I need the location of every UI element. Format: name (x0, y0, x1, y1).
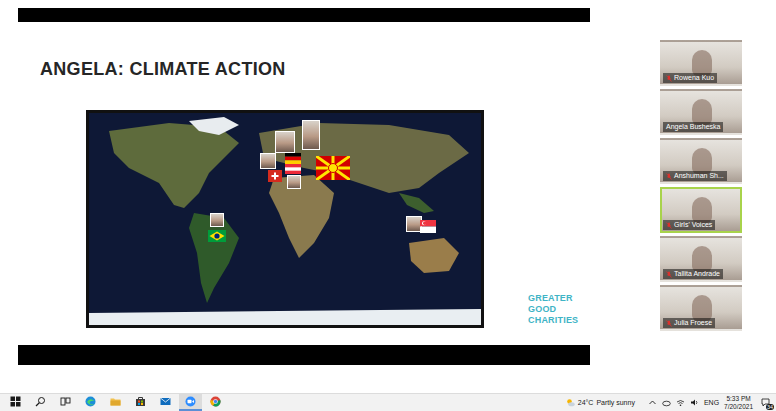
logo-line: CHARITIES (528, 315, 578, 326)
participant-photo (260, 153, 276, 169)
meeting-window: ANGELA: CLIMATE ACTION GREATERGOODCHARITI… (0, 0, 776, 393)
notification-center[interactable]: 34 (758, 397, 772, 409)
taskbar-button[interactable] (104, 394, 127, 411)
wifi-icon[interactable] (676, 398, 685, 407)
participant-tile[interactable]: Anshuman Sh... (660, 138, 742, 184)
slide-title: ANGELA: CLIMATE ACTION (40, 58, 590, 80)
participant-list: Rowena Kuo Angela Busheska Anshuman Sh... G… (660, 8, 742, 393)
windows-icon (10, 396, 21, 407)
taskbar-button[interactable] (204, 394, 227, 411)
language-indicator[interactable]: ENG (704, 399, 719, 407)
map-pin (210, 213, 224, 227)
map-pin (406, 216, 422, 232)
system-tray: 24°CPartly sunny ENG 5:33 PM7/20/2021 34 (566, 395, 772, 410)
map-pin (285, 164, 301, 174)
participant-photo (287, 175, 301, 189)
logo-line: GOOD (528, 304, 578, 315)
map-pin (275, 131, 295, 153)
map-pin (316, 156, 350, 180)
taskbar-items (4, 394, 227, 411)
participant-photo (302, 120, 320, 150)
participant-tile[interactable]: Julia Froese (660, 285, 742, 331)
map-pin (260, 153, 276, 169)
taskbar-button[interactable] (29, 394, 52, 411)
participant-name: Rowena Kuo (663, 73, 717, 83)
taskbar-button[interactable] (154, 394, 177, 411)
weather-widget[interactable]: 24°CPartly sunny (566, 398, 635, 407)
participant-photo (275, 131, 295, 153)
volume-icon[interactable] (690, 398, 699, 407)
charity-logo: GREATERGOODCHARITIES (528, 293, 578, 326)
task-view-icon (60, 396, 71, 407)
mic-muted-icon[interactable] (666, 173, 672, 180)
participant-name: Julia Froese (663, 318, 715, 328)
taskbar-button[interactable] (4, 394, 27, 411)
participant-tile[interactable]: Girls' Voices (660, 187, 742, 233)
participant-photo (406, 216, 422, 232)
mk-flag-icon (316, 156, 350, 180)
slide-body: GREATERGOODCHARITIES (40, 110, 590, 328)
mail-icon (160, 396, 171, 407)
slide: ANGELA: CLIMATE ACTION GREATERGOODCHARITI… (18, 22, 590, 345)
shared-screen: ANGELA: CLIMATE ACTION GREATERGOODCHARITI… (18, 8, 590, 365)
participant-name: Tallita Andrade (663, 269, 723, 279)
taskbar-button[interactable] (79, 394, 102, 411)
taskbar-button[interactable] (54, 394, 77, 411)
map-pin (302, 120, 320, 150)
mic-muted-icon[interactable] (666, 320, 672, 327)
clock[interactable]: 5:33 PM7/20/2021 (724, 395, 753, 410)
search-icon (35, 396, 46, 407)
map-pin (268, 170, 282, 182)
map-pin (420, 220, 436, 233)
logo-line: GREATER (528, 293, 578, 304)
chrome-icon (210, 396, 221, 407)
mic-muted-icon[interactable] (666, 222, 672, 229)
explorer-icon (110, 396, 121, 407)
participant-tile[interactable]: Tallita Andrade (660, 236, 742, 282)
taskbar: 24°CPartly sunny ENG 5:33 PM7/20/2021 34 (0, 393, 776, 411)
mic-muted-icon[interactable] (666, 271, 672, 278)
edge-icon (85, 396, 96, 407)
zoom-icon (185, 396, 196, 407)
participant-name: Angela Busheska (663, 122, 723, 132)
screen: ANGELA: CLIMATE ACTION GREATERGOODCHARITI… (0, 0, 776, 411)
world-map (86, 110, 484, 328)
cloud-icon[interactable] (662, 398, 671, 407)
map-pin (287, 175, 301, 189)
notification-count: 34 (766, 404, 774, 410)
taskbar-button[interactable] (129, 394, 152, 411)
participant-tile[interactable]: Angela Busheska (660, 89, 742, 135)
taskbar-button[interactable] (179, 394, 202, 411)
br-flag-icon (208, 230, 226, 242)
participant-name: Anshuman Sh... (663, 171, 727, 181)
sg-flag-icon (420, 220, 436, 233)
ch-flag-icon (268, 170, 282, 182)
chevron-up-icon[interactable] (648, 398, 657, 407)
participant-tile[interactable]: Rowena Kuo (660, 40, 742, 86)
de-flag-icon (285, 153, 301, 164)
participant-photo (210, 213, 224, 227)
at-flag-icon (285, 164, 301, 174)
map-pin (208, 230, 226, 242)
mic-muted-icon[interactable] (666, 75, 672, 82)
partly-sunny-icon (566, 398, 575, 407)
map-pin (285, 153, 301, 164)
store-icon (135, 396, 146, 407)
participant-name: Girls' Voices (663, 220, 715, 230)
